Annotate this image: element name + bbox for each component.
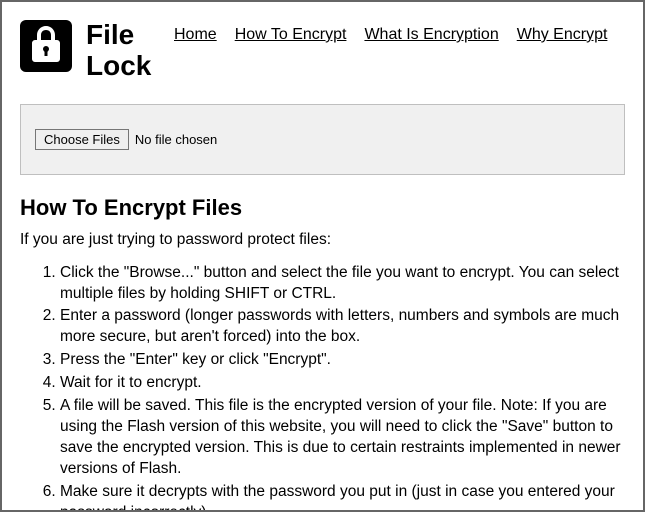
section-heading: How To Encrypt Files — [20, 195, 625, 221]
nav-link-what-is-encryption[interactable]: What Is Encryption — [364, 26, 498, 44]
choose-files-button[interactable]: Choose Files — [35, 129, 129, 150]
list-item: Make sure it decrypts with the password … — [60, 482, 625, 512]
list-item: Enter a password (longer passwords with … — [60, 306, 625, 348]
file-upload-panel: Choose Files No file chosen — [20, 104, 625, 175]
nav-link-why-encrypt[interactable]: Why Encrypt — [517, 26, 608, 44]
file-status-text: No file chosen — [135, 132, 217, 147]
list-item: Press the "Enter" key or click "Encrypt"… — [60, 350, 625, 371]
list-item: Wait for it to encrypt. — [60, 373, 625, 394]
app-title: File Lock — [86, 20, 156, 82]
app-logo — [20, 20, 72, 72]
intro-text: If you are just trying to password prote… — [20, 231, 625, 249]
list-item: A file will be saved. This file is the e… — [60, 396, 625, 480]
app-viewport[interactable]: File Lock Home How To Encrypt What Is En… — [0, 0, 645, 512]
nav-link-home[interactable]: Home — [174, 26, 217, 44]
list-item: Click the "Browse..." button and select … — [60, 263, 625, 305]
steps-list: Click the "Browse..." button and select … — [20, 263, 625, 512]
nav-link-how-to-encrypt[interactable]: How To Encrypt — [235, 26, 347, 44]
lock-icon — [32, 26, 60, 66]
main-nav: Home How To Encrypt What Is Encryption W… — [174, 26, 607, 44]
header: File Lock Home How To Encrypt What Is En… — [20, 20, 625, 82]
